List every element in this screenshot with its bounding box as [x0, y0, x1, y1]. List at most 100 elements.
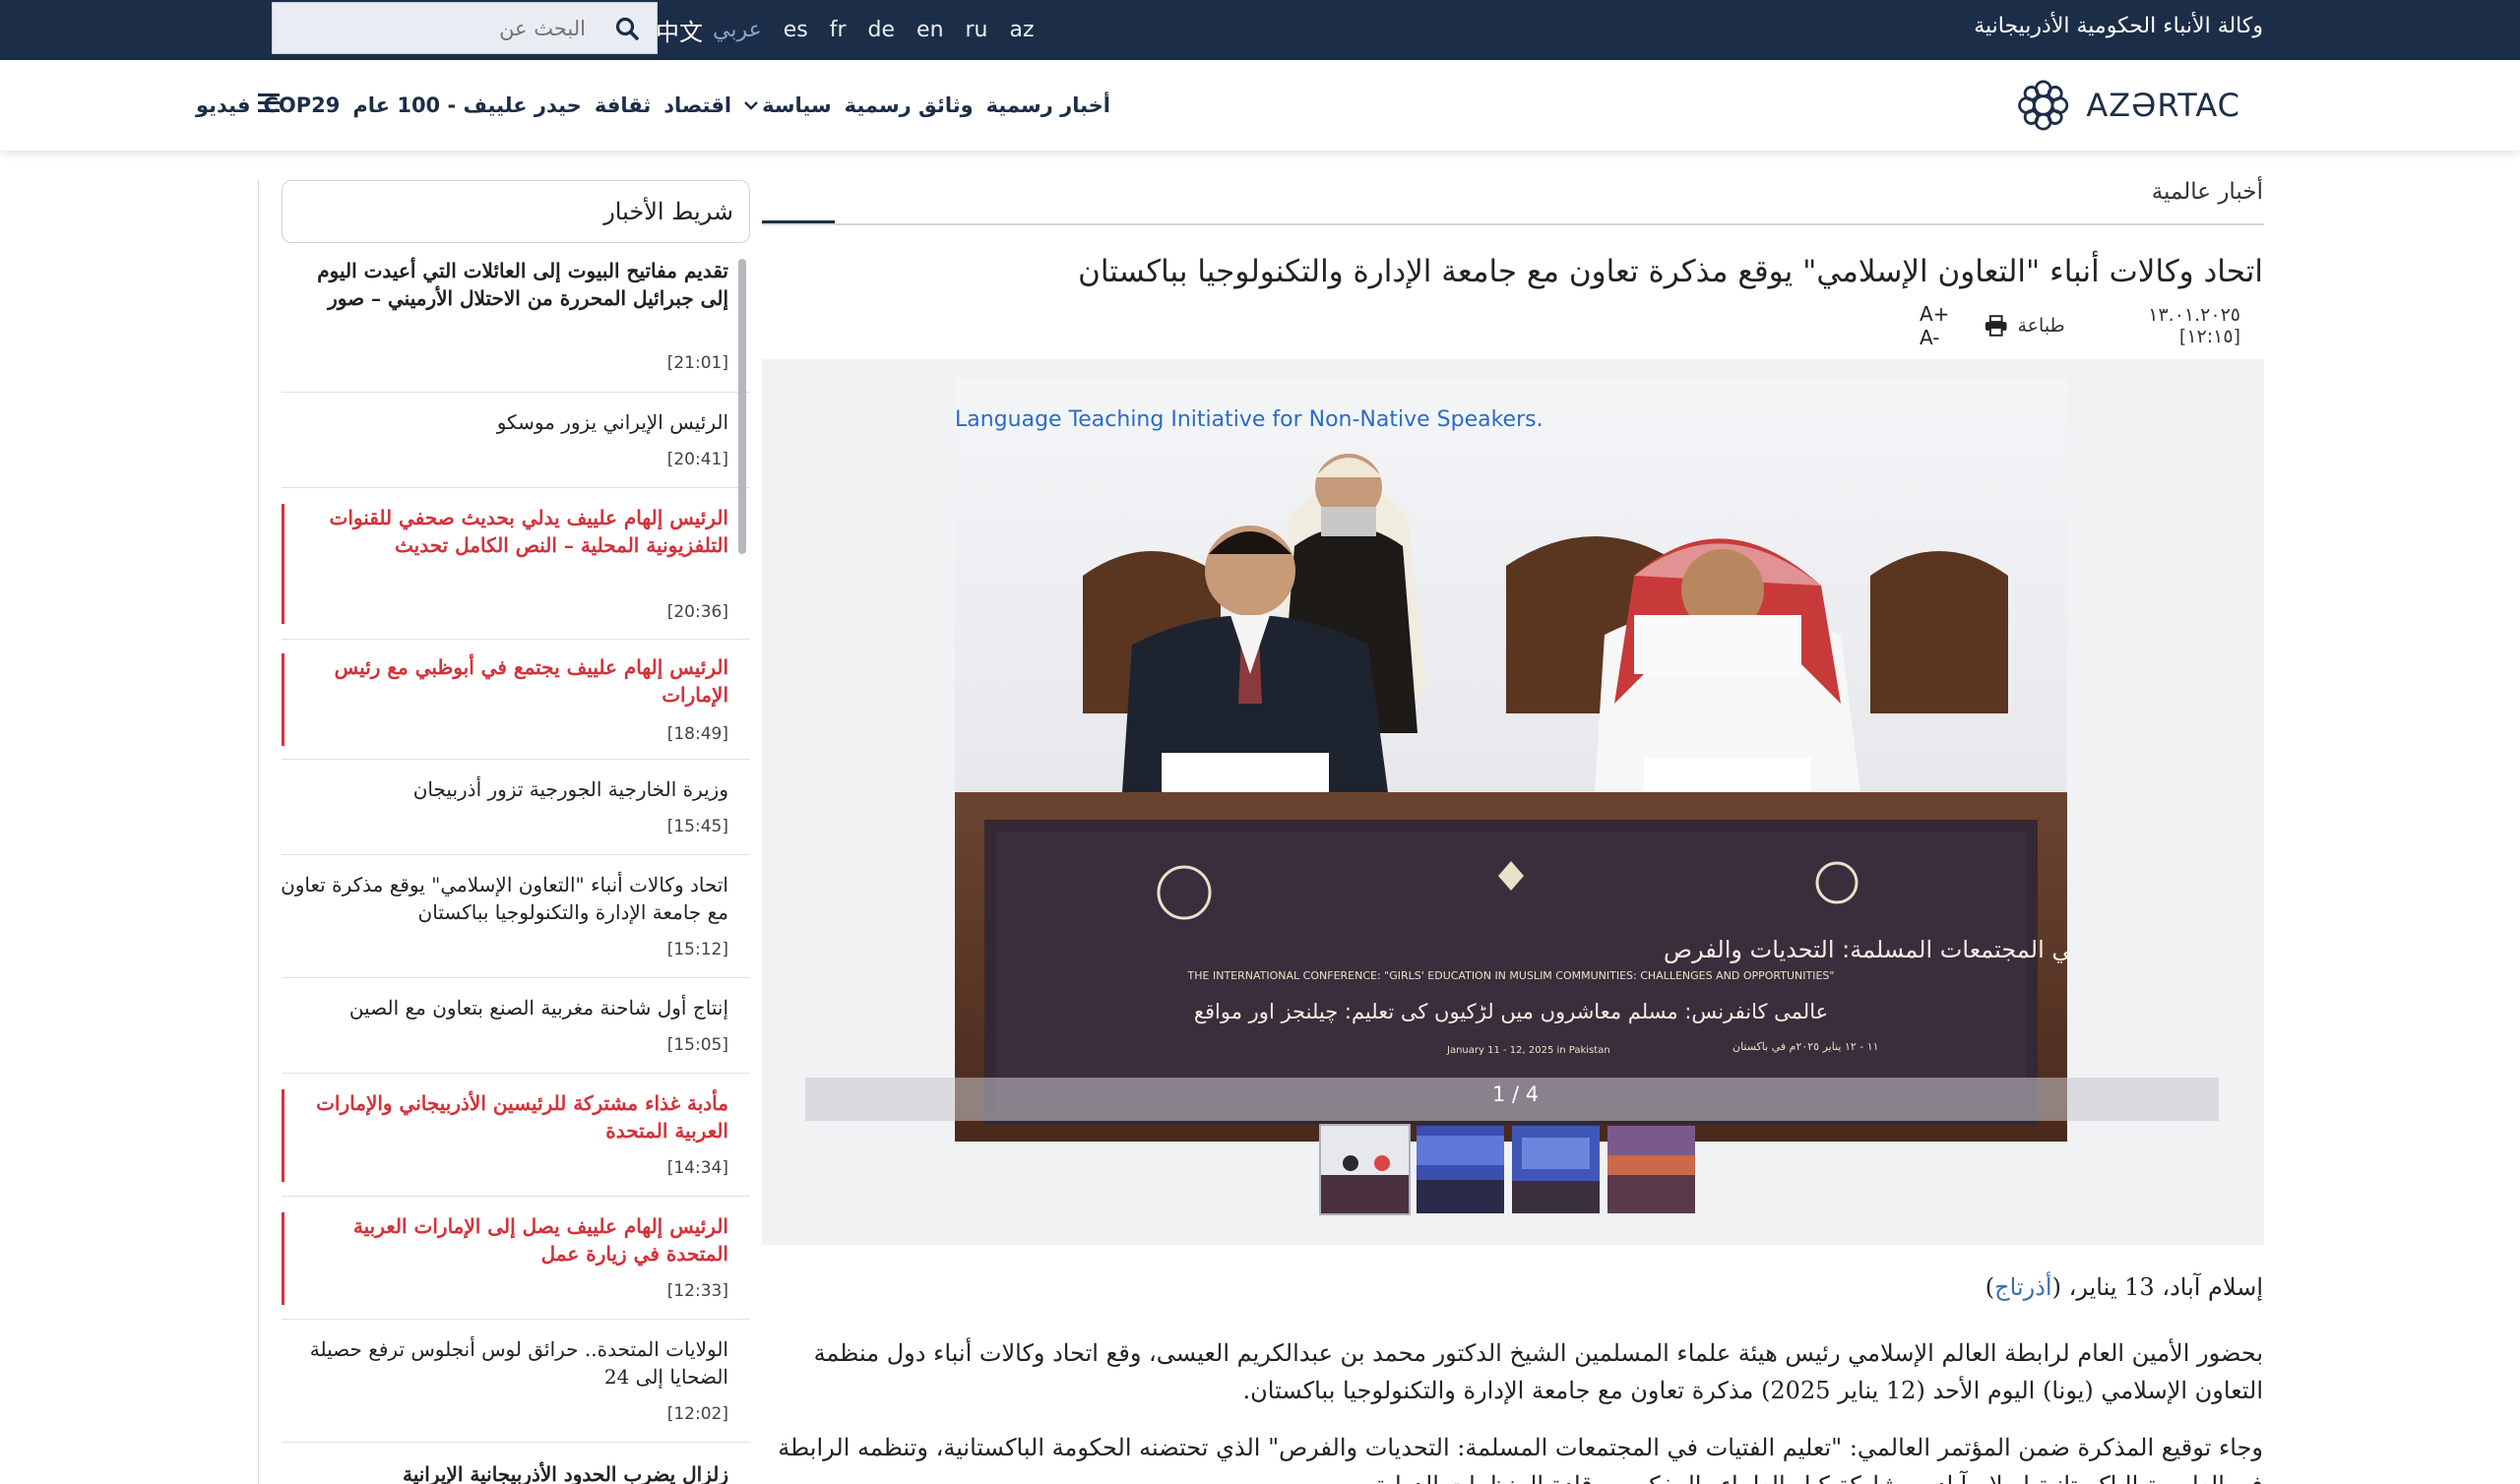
- print-label[interactable]: طباعة: [2018, 315, 2065, 337]
- ticker-item-time: [18:49]: [666, 724, 728, 744]
- list-item[interactable]: وزيرة الخارجية الجورجية تزور أذربيجان [1…: [282, 760, 750, 855]
- language-switcher: 中文 عربي es fr de en ru az: [656, 10, 1056, 49]
- ticker-item-time: [15:45]: [666, 817, 728, 836]
- agency-title: وكالة الأنباء الحكومية الأذربيجانية: [1974, 14, 2263, 38]
- news-ticker-header: شريط الأخبار: [282, 180, 750, 243]
- print-icon[interactable]: [1984, 315, 2007, 337]
- azertac-emblem-icon: [2018, 80, 2069, 131]
- news-ticker-title: شريط الأخبار: [603, 198, 733, 225]
- nav-politics[interactable]: سياسة: [744, 93, 832, 117]
- gallery-thumbnails: [1319, 1124, 1697, 1219]
- news-ticker-list: تقديم مفاتيح البيوت إلى العائلات التي أع…: [282, 251, 750, 1484]
- search-icon: [615, 17, 639, 40]
- list-item[interactable]: الرئيس إلهام علييف يدلي بحديث صحفي للقنو…: [282, 488, 750, 640]
- lang-ru[interactable]: ru: [966, 18, 988, 42]
- important-marker: [282, 504, 284, 624]
- important-marker: [282, 1089, 284, 1182]
- nav-heydar-aliyev[interactable]: حيدر علييف - 100 عام: [352, 93, 581, 117]
- breadcrumb[interactable]: أخبار عالمية: [2152, 179, 2263, 205]
- ticker-item-title[interactable]: إنتاج أول شاحنة مغربية الصنع بتعاون مع ا…: [295, 994, 728, 1021]
- list-item[interactable]: مأدبة غذاء مشتركة للرئيسين الأذربيجاني و…: [282, 1074, 750, 1197]
- ticker-item-time: [15:05]: [666, 1035, 728, 1055]
- lang-de[interactable]: de: [868, 18, 896, 42]
- site-logo[interactable]: AZƏRTAC: [2014, 72, 2240, 139]
- sidebar-divider: [258, 179, 259, 1484]
- ticker-item-title[interactable]: الرئيس إلهام علييف يدلي بحديث صحفي للقنو…: [315, 504, 728, 559]
- search-button[interactable]: [598, 3, 657, 53]
- font-size-controls[interactable]: A+ A-: [1920, 302, 1975, 349]
- chevron-down-icon: [744, 101, 758, 110]
- photo-gallery: Language Teaching Initiative for Non-Nat…: [762, 359, 2264, 1245]
- gallery-counter: 1 / 4: [1492, 1082, 1540, 1106]
- ticker-item-time: [20:36]: [666, 602, 728, 622]
- nav-culture[interactable]: ثقافة: [595, 93, 651, 117]
- nav-economy[interactable]: اقتصاد: [663, 93, 731, 117]
- gallery-thumbnail[interactable]: [1606, 1124, 1697, 1215]
- gallery-thumbnail[interactable]: [1319, 1124, 1411, 1215]
- dateline-close: ): [1984, 1273, 1995, 1301]
- page-title: اتحاد وكالات أنباء "التعاون الإسلامي" يو…: [1078, 254, 2263, 289]
- ticker-item-time: [15:12]: [666, 940, 728, 959]
- ticker-item-title[interactable]: وزيرة الخارجية الجورجية تزور أذربيجان: [295, 775, 728, 803]
- breadcrumb-accent: [762, 220, 835, 223]
- lang-zh[interactable]: 中文: [656, 13, 703, 47]
- nav-official-news[interactable]: أخبار رسمية: [986, 93, 1110, 117]
- signing-ceremony-photo: Language Teaching Initiative for Non-Nat…: [955, 379, 2067, 1142]
- lang-es[interactable]: es: [784, 18, 808, 42]
- nav-menu: أخبار رسمية وثائق رسمية سياسة اقتصاد ثقا…: [196, 88, 1110, 123]
- lang-en[interactable]: en: [916, 18, 943, 42]
- ticker-item-title[interactable]: الرئيس إلهام علييف يجتمع في أبوظبي مع رئ…: [315, 653, 728, 709]
- dateline-source-link[interactable]: أذرتاج: [1994, 1273, 2051, 1301]
- ticker-item-time: [20:41]: [666, 450, 728, 469]
- banner-top-text: Language Teaching Initiative for Non-Nat…: [955, 407, 1544, 432]
- list-item[interactable]: الرئيس الإيراني يزور موسكو [20:41]: [282, 393, 750, 488]
- ticker-item-title[interactable]: تقديم مفاتيح البيوت إلى العائلات التي أع…: [295, 257, 728, 312]
- list-item[interactable]: زلزال يضرب الحدود الأذربيجانية الإيرانية: [282, 1443, 750, 1484]
- breadcrumb-divider: [762, 223, 2264, 225]
- ticker-item-title[interactable]: مأدبة غذاء مشتركة للرئيسين الأذربيجاني و…: [315, 1089, 728, 1144]
- banner-english-text: THE INTERNATIONAL CONFERENCE: "GIRLS' ED…: [1187, 969, 1835, 982]
- gallery-thumbnail[interactable]: [1415, 1124, 1506, 1215]
- ticker-item-time: [12:33]: [666, 1281, 728, 1301]
- ticker-item-title[interactable]: الرئيس إلهام علييف يصل إلى الإمارات العر…: [295, 1212, 728, 1268]
- ticker-item-time: [12:02]: [666, 1404, 728, 1424]
- nav-official-docs[interactable]: وثائق رسمية: [845, 93, 974, 117]
- lang-az[interactable]: az: [1010, 18, 1035, 42]
- ticker-item-title[interactable]: الرئيس الإيراني يزور موسكو: [295, 408, 728, 436]
- important-marker: [282, 1212, 284, 1305]
- dateline-text: إسلام آباد، 13 يناير، (: [2051, 1273, 2263, 1301]
- banner-date-en: January 11 - 12, 2025 in Pakistan: [1446, 1045, 1610, 1056]
- lang-fr[interactable]: fr: [830, 18, 847, 42]
- search-box: [272, 2, 658, 54]
- important-marker: [282, 653, 284, 746]
- banner-arabic-text: المؤتمر العالمي: تعليم الفتيات في المجتم…: [1664, 936, 2067, 963]
- top-bar: 中文 عربي es fr de en ru az وكالة الأنباء …: [0, 0, 2520, 60]
- list-item[interactable]: اتحاد وكالات أنباء "التعاون الإسلامي" يو…: [282, 855, 750, 978]
- banner-date-ar: ١١ - ١٢ يناير ٢٠٢٥م في باكستان: [1732, 1040, 1879, 1053]
- ticker-item-time: [21:01]: [666, 353, 728, 373]
- list-item[interactable]: الولايات المتحدة.. حرائق لوس أنجلوس ترفع…: [282, 1320, 750, 1443]
- gallery-thumbnail[interactable]: [1510, 1124, 1602, 1215]
- main-navbar: أخبار رسمية وثائق رسمية سياسة اقتصاد ثقا…: [0, 60, 2520, 151]
- list-item[interactable]: إنتاج أول شاحنة مغربية الصنع بتعاون مع ا…: [282, 978, 750, 1074]
- article-dateline: إسلام آباد، 13 يناير، (أذرتاج): [1985, 1273, 2263, 1301]
- ticker-item-title[interactable]: الولايات المتحدة.. حرائق لوس أنجلوس ترفع…: [295, 1335, 728, 1391]
- list-item[interactable]: تقديم مفاتيح البيوت إلى العائلات التي أع…: [282, 251, 750, 393]
- ticker-item-title[interactable]: زلزال يضرب الحدود الأذربيجانية الإيرانية: [295, 1460, 728, 1484]
- nav-video[interactable]: فيديو: [196, 93, 251, 117]
- ticker-scrollbar[interactable]: [738, 259, 746, 554]
- article-paragraph: وجاء توقيع المذكرة ضمن المؤتمر العالمي: …: [778, 1434, 2263, 1484]
- lang-ar[interactable]: عربي: [713, 18, 762, 42]
- article-paragraph: بحضور الأمين العام لرابطة العالم الإسلام…: [813, 1339, 2263, 1404]
- logo-text: AZƏRTAC: [2086, 87, 2240, 124]
- search-input[interactable]: [273, 3, 598, 53]
- nav-cop29[interactable]: COP29: [264, 93, 341, 117]
- article-meta: A+ A- طباعة ١٣.٠١.٢٠٢٥ [١٢:١٥]: [1920, 302, 2240, 349]
- gallery-main-photo[interactable]: Language Teaching Initiative for Non-Nat…: [955, 379, 2067, 1142]
- list-item[interactable]: الرئيس إلهام علييف يجتمع في أبوظبي مع رئ…: [282, 640, 750, 760]
- ticker-item-title[interactable]: اتحاد وكالات أنباء "التعاون الإسلامي" يو…: [282, 871, 728, 926]
- article-date: ١٣.٠١.٢٠٢٥ [١٢:١٥]: [2148, 304, 2240, 347]
- ticker-item-time: [14:34]: [666, 1158, 728, 1178]
- list-item[interactable]: الرئيس إلهام علييف يصل إلى الإمارات العر…: [282, 1197, 750, 1320]
- banner-urdu-text: عالمی کانفرنس: مسلم معاشروں میں لڑکیوں ک…: [1194, 1000, 1828, 1024]
